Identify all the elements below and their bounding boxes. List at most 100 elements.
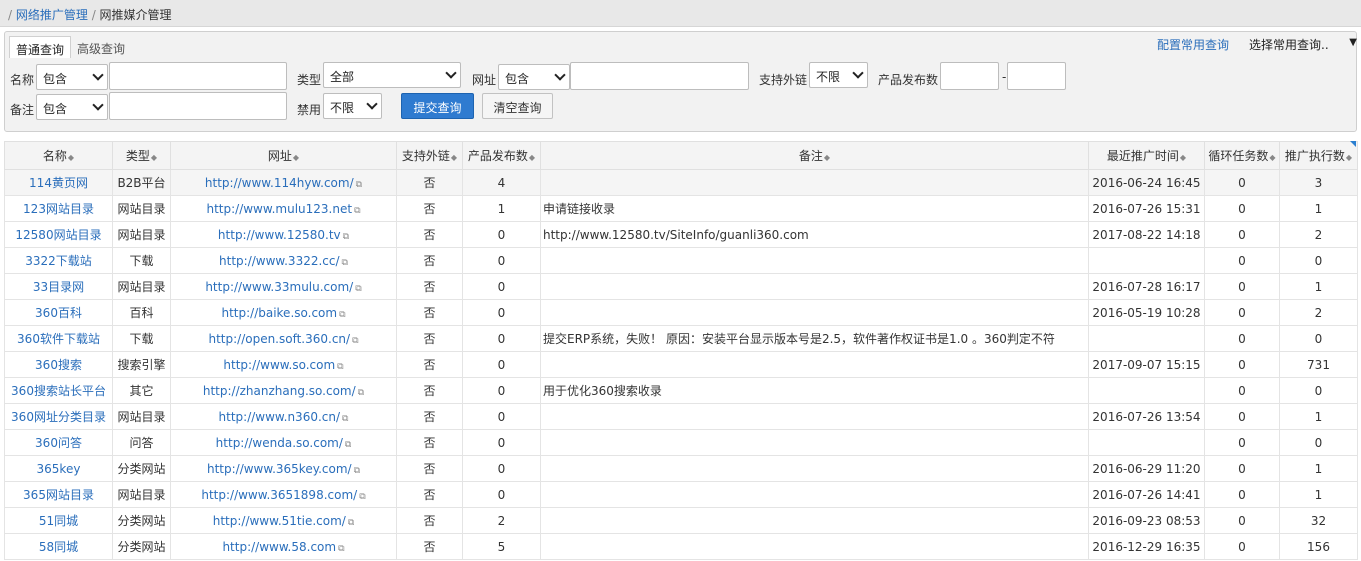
table-row[interactable]: 12580网站目录 网站目录 http://www.12580.tv ⧉ 否 0 http:…	[4, 221, 1358, 248]
cell-name[interactable]: 123网站目录	[4, 195, 113, 222]
table-row[interactable]: 33目录网 网站目录 http://www.33mulu.com/⧉ 否 0 2016-0…	[4, 273, 1358, 300]
cell-name[interactable]: 360搜索站长平台	[4, 377, 113, 404]
col-ext-link-header[interactable]: 支持外链◆	[396, 141, 463, 170]
cell-loop-tasks: 0	[1204, 325, 1280, 352]
external-link-icon[interactable]: ⧉	[352, 336, 358, 346]
cell-name[interactable]: 360搜索	[4, 351, 113, 378]
cell-url[interactable]: http://baike.so.com ⧉	[170, 299, 397, 326]
col-exec-count-header[interactable]: 推广执行数◆	[1279, 141, 1358, 170]
cell-url[interactable]: http://www.114hyw.com/⧉	[170, 169, 397, 196]
cell-name[interactable]: 360网址分类目录	[4, 403, 113, 430]
ext-link-select[interactable]: 不限	[809, 62, 868, 88]
remark-input[interactable]	[109, 92, 287, 120]
table-row[interactable]: 365key 分类网站 http://www.365key.com/⧉ 否 0 2016-…	[4, 455, 1358, 482]
cell-last-time: 2016-07-26 14:41	[1088, 481, 1205, 508]
cell-url[interactable]: http://www.365key.com/⧉	[170, 455, 397, 482]
cell-name[interactable]: 33目录网	[4, 273, 113, 300]
name-input[interactable]	[109, 62, 287, 90]
table-row[interactable]: 360搜索站长平台 其它 http://zhanzhang.so.com/⧉ 否 0 用于…	[4, 377, 1358, 404]
cell-exec-count: 156	[1279, 533, 1358, 560]
cell-name-text: 360搜索站长平台	[11, 384, 106, 398]
external-link-icon[interactable]: ⧉	[338, 544, 344, 554]
cell-url[interactable]: http://www.51tie.com/⧉	[170, 507, 397, 534]
external-link-icon[interactable]: ⧉	[354, 206, 360, 216]
name-operator-select[interactable]: 包含	[36, 64, 108, 90]
col-type-header[interactable]: 类型◆	[112, 141, 171, 170]
disabled-value: 不限	[330, 101, 355, 115]
cell-loop-tasks-text: 0	[1238, 487, 1246, 502]
cell-url[interactable]: http://www.3322.cc/⧉	[170, 247, 397, 274]
submit-query-button[interactable]: 提交查询	[401, 93, 474, 119]
cell-name[interactable]: 114黄页网	[4, 169, 113, 196]
cell-name[interactable]: 360百科	[4, 299, 113, 326]
table-row[interactable]: 360百科 百科 http://baike.so.com ⧉ 否 0 2016-05-19 …	[4, 299, 1358, 326]
cell-name[interactable]: 12580网站目录	[4, 221, 113, 248]
table-row[interactable]: 360网址分类目录 网站目录 http://www.n360.cn/⧉ 否 0 2016-…	[4, 403, 1358, 430]
external-link-icon[interactable]: ⧉	[345, 440, 351, 450]
cell-url[interactable]: http://www.3651898.com/⧉	[170, 481, 397, 508]
external-link-icon[interactable]: ⧉	[337, 362, 343, 372]
col-pub-count-header[interactable]: 产品发布数◆	[462, 141, 541, 170]
col-name-header[interactable]: 名称◆	[4, 141, 113, 170]
table-row[interactable]: 3322下载站 下载 http://www.3322.cc/⧉ 否 0 0 0	[4, 247, 1358, 274]
col-remark-header[interactable]: 备注◆	[540, 141, 1089, 170]
cell-name[interactable]: 365网站目录	[4, 481, 113, 508]
cell-name[interactable]: 3322下载站	[4, 247, 113, 274]
cell-name[interactable]: 365key	[4, 455, 113, 482]
external-link-icon[interactable]: ⧉	[343, 232, 349, 242]
cell-name[interactable]: 360软件下载站	[4, 325, 113, 352]
external-link-icon[interactable]: ⧉	[356, 180, 362, 190]
url-input[interactable]	[570, 62, 749, 90]
cell-name-text: 360软件下载站	[17, 332, 100, 346]
cell-url[interactable]: http://www.33mulu.com/⧉	[170, 273, 397, 300]
cell-name[interactable]: 51同城	[4, 507, 113, 534]
external-link-icon[interactable]: ⧉	[355, 284, 361, 294]
table-row[interactable]: 360搜索 搜索引擎 http://www.so.com ⧉ 否 0 2017-09-07 …	[4, 351, 1358, 378]
remark-operator-value: 包含	[43, 102, 68, 116]
cell-loop-tasks: 0	[1204, 429, 1280, 456]
col-last-time-header[interactable]: 最近推广时间◆	[1088, 141, 1205, 170]
disabled-select[interactable]: 不限	[323, 93, 382, 119]
col-url-header[interactable]: 网址◆	[170, 141, 397, 170]
external-link-icon[interactable]: ⧉	[339, 310, 345, 320]
cell-name[interactable]: 58同城	[4, 533, 113, 560]
config-common-query-link[interactable]: 配置常用查询	[1157, 36, 1229, 53]
table-row[interactable]: 114黄页网 B2B平台 http://www.114hyw.com/⧉ 否 4 2016…	[4, 169, 1358, 196]
col-loop-tasks-header[interactable]: 循环任务数◆	[1204, 141, 1280, 170]
external-link-icon[interactable]: ⧉	[342, 258, 348, 268]
cell-url[interactable]: http://www.n360.cn/⧉	[170, 403, 397, 430]
breadcrumb-network-promotion[interactable]: 网络推广管理	[16, 8, 88, 22]
pub-count-to-input[interactable]	[1007, 62, 1066, 90]
cell-type-text: 网站目录	[117, 280, 166, 294]
cell-loop-tasks-text: 0	[1238, 513, 1246, 528]
cell-url[interactable]: http://www.58.com ⧉	[170, 533, 397, 560]
cell-url[interactable]: http://www.12580.tv ⧉	[170, 221, 397, 248]
url-operator-select[interactable]: 包含	[498, 64, 570, 90]
external-link-icon[interactable]: ⧉	[342, 414, 348, 424]
chevron-down-icon	[445, 67, 457, 79]
external-link-icon[interactable]: ⧉	[359, 492, 365, 502]
external-link-icon[interactable]: ⧉	[354, 466, 360, 476]
table-row[interactable]: 365网站目录 网站目录 http://www.3651898.com/⧉ 否 0 201…	[4, 481, 1358, 508]
table-row[interactable]: 58同城 分类网站 http://www.58.com ⧉ 否 5 2016-12-29 1…	[4, 533, 1358, 560]
clear-query-button[interactable]: 清空查询	[482, 93, 553, 119]
common-query-select[interactable]: 选择常用查询.. ▼	[1249, 34, 1359, 54]
table-row[interactable]: 360软件下载站 下载 http://open.soft.360.cn/⧉ 否 0 提交E…	[4, 325, 1358, 352]
cell-url[interactable]: http://wenda.so.com/⧉	[170, 429, 397, 456]
cell-url[interactable]: http://open.soft.360.cn/⧉	[170, 325, 397, 352]
cell-name[interactable]: 360问答	[4, 429, 113, 456]
type-select[interactable]: 全部	[323, 62, 461, 88]
table-row[interactable]: 51同城 分类网站 http://www.51tie.com/⧉ 否 2 2016-09-…	[4, 507, 1358, 534]
cell-url[interactable]: http://zhanzhang.so.com/⧉	[170, 377, 397, 404]
table-row[interactable]: 360问答 问答 http://wenda.so.com/⧉ 否 0 0 0	[4, 429, 1358, 456]
tab-normal-query[interactable]: 普通查询	[9, 36, 72, 58]
pub-count-from-input[interactable]	[940, 62, 999, 90]
external-link-icon[interactable]: ⧉	[348, 518, 354, 528]
external-link-icon[interactable]: ⧉	[358, 388, 364, 398]
cell-url[interactable]: http://www.so.com ⧉	[170, 351, 397, 378]
column-settings-marker[interactable]	[1350, 141, 1356, 147]
table-row[interactable]: 123网站目录 网站目录 http://www.mulu123.net ⧉ 否 1 申请链接…	[4, 195, 1358, 222]
cell-url[interactable]: http://www.mulu123.net ⧉	[170, 195, 397, 222]
remark-operator-select[interactable]: 包含	[36, 94, 108, 120]
tab-advanced-query[interactable]: 高级查询	[71, 36, 131, 58]
